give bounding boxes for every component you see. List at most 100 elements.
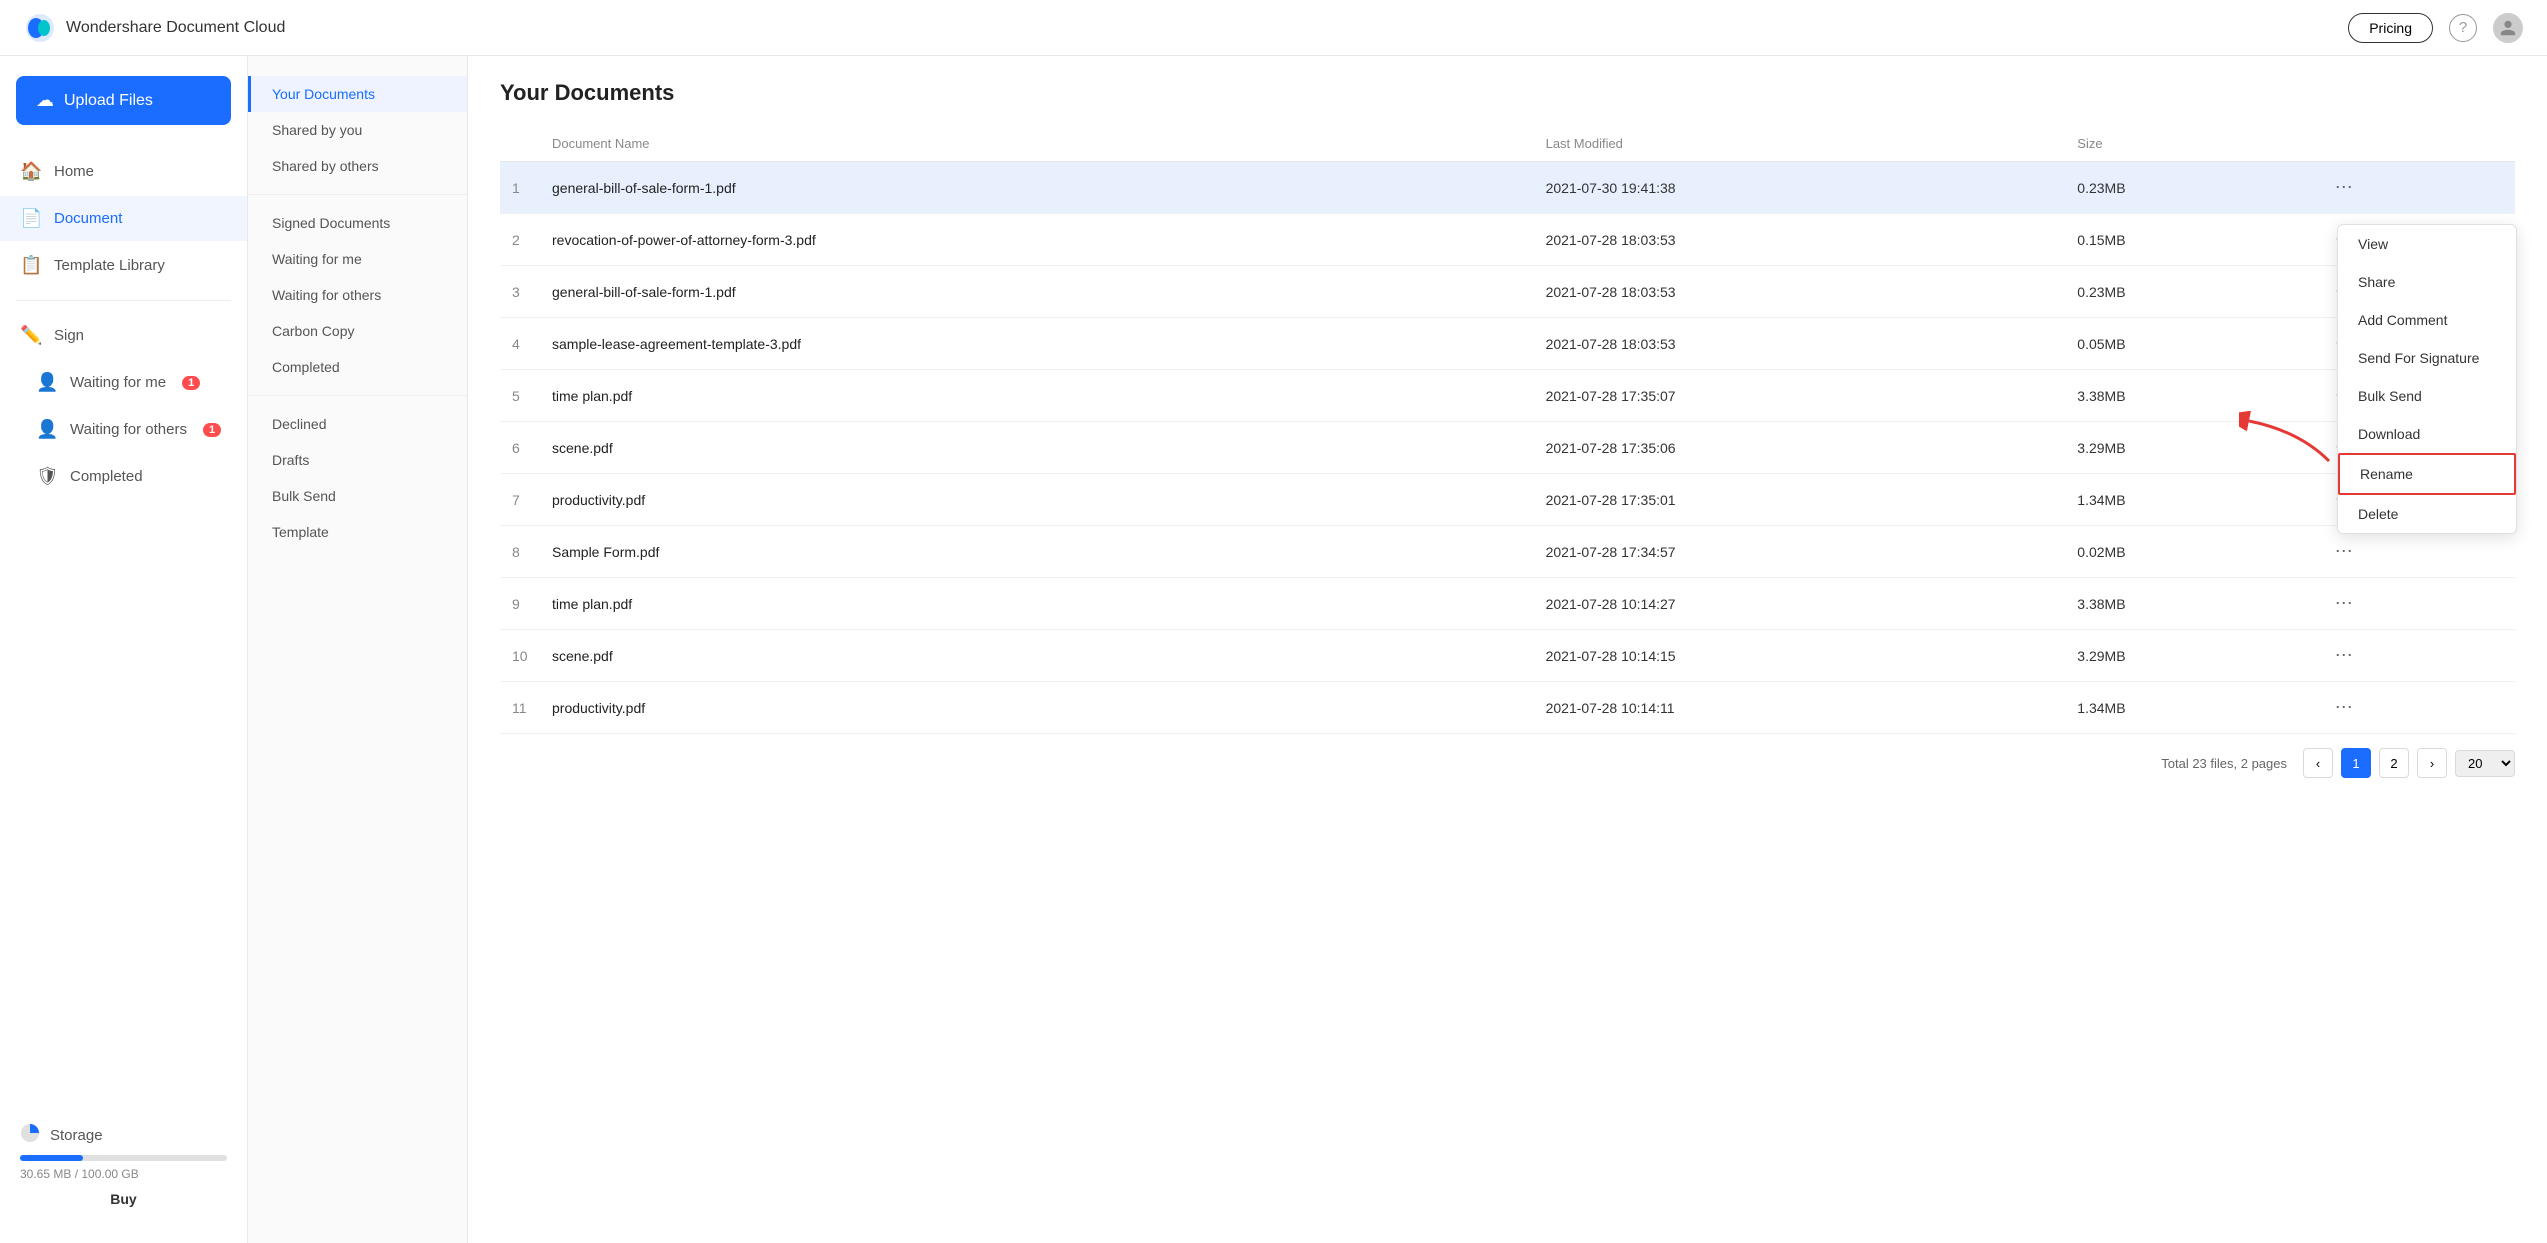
doc-size: 3.29MB (2065, 630, 2314, 682)
sub-sidebar-item-completed[interactable]: Completed (248, 349, 467, 385)
doc-name: Sample Form.pdf (540, 526, 1534, 578)
context-menu-item-view[interactable]: View (2338, 225, 2516, 263)
context-menu-item-send-for-signature[interactable]: Send For Signature (2338, 339, 2516, 377)
context-menu: ViewShareAdd CommentSend For SignatureBu… (2337, 224, 2517, 534)
sub-divider-2 (248, 395, 467, 396)
template-icon: 📋 (20, 255, 42, 276)
pagination-page-1[interactable]: 1 (2341, 748, 2371, 778)
document-table: Document Name Last Modified Size 1 gener… (500, 126, 2515, 734)
doc-size: 3.38MB (2065, 578, 2314, 630)
sidebar-item-waiting-for-me[interactable]: 👤 Waiting for me 1 (0, 360, 247, 405)
doc-name: time plan.pdf (540, 578, 1534, 630)
sidebar-item-document[interactable]: 📄 Document (0, 196, 247, 241)
nav-completed-label: Completed (70, 468, 143, 485)
row-num: 3 (500, 266, 540, 318)
doc-name: general-bill-of-sale-form-1.pdf (540, 266, 1534, 318)
context-menu-item-share[interactable]: Share (2338, 263, 2516, 301)
row-num: 4 (500, 318, 540, 370)
doc-name: scene.pdf (540, 422, 1534, 474)
pricing-button[interactable]: Pricing (2348, 13, 2433, 43)
nav-home-label: Home (54, 163, 94, 180)
sub-sidebar: Your Documents Shared by you Shared by o… (248, 56, 468, 1243)
more-options-button[interactable]: ⋯ (2327, 695, 2361, 720)
col-actions (2315, 126, 2515, 162)
row-num: 6 (500, 422, 540, 474)
per-page-select[interactable]: 20 50 100 (2455, 750, 2515, 777)
table-row: 5 time plan.pdf 2021-07-28 17:35:07 3.38… (500, 370, 2515, 422)
nav-template-label: Template Library (54, 257, 165, 274)
row-num: 2 (500, 214, 540, 266)
sidebar-item-template[interactable]: 📋 Template Library (0, 243, 247, 288)
sub-sidebar-item-declined[interactable]: Declined (248, 406, 467, 442)
nav-divider-1 (16, 300, 231, 301)
sidebar-item-sign[interactable]: ✏️ Sign (0, 313, 247, 358)
sub-sidebar-item-shared-by-you[interactable]: Shared by you (248, 112, 467, 148)
storage-used-text: 30.65 MB / 100.00 GB (20, 1167, 227, 1181)
main-content: Your Documents Document Name Last Modifi… (468, 56, 2547, 1243)
row-num: 1 (500, 162, 540, 214)
sub-sidebar-item-waiting-for-me[interactable]: Waiting for me (248, 241, 467, 277)
table-row: 8 Sample Form.pdf 2021-07-28 17:34:57 0.… (500, 526, 2515, 578)
nav-waiting-others-label: Waiting for others (70, 421, 187, 438)
context-menu-item-rename[interactable]: Rename (2338, 453, 2516, 495)
more-options-button[interactable]: ⋯ (2327, 591, 2361, 616)
sub-sidebar-item-signed-documents[interactable]: Signed Documents (248, 205, 467, 241)
doc-modified: 2021-07-28 18:03:53 (1534, 318, 2066, 370)
help-icon[interactable]: ? (2449, 14, 2477, 42)
sub-sidebar-item-shared-by-others[interactable]: Shared by others (248, 148, 467, 184)
sub-sidebar-item-carbon-copy[interactable]: Carbon Copy (248, 313, 467, 349)
table-row: 4 sample-lease-agreement-template-3.pdf … (500, 318, 2515, 370)
context-menu-item-delete[interactable]: Delete (2338, 495, 2516, 533)
upload-files-button[interactable]: ☁ Upload Files (16, 76, 231, 125)
pagination-prev-btn[interactable]: ‹ (2303, 748, 2333, 778)
upload-icon: ☁ (36, 90, 54, 111)
doc-modified: 2021-07-30 19:41:38 (1534, 162, 2066, 214)
user-avatar[interactable] (2493, 13, 2523, 43)
doc-size: 0.15MB (2065, 214, 2314, 266)
sign-nav-items: ✏️ Sign 👤 Waiting for me 1 👤 Waiting for… (0, 313, 247, 499)
page-title: Your Documents (500, 80, 2515, 106)
app-logo (24, 12, 56, 44)
left-sidebar: ☁ Upload Files 🏠 Home 📄 Document 📋 Templ… (0, 56, 248, 1243)
waiting-me-badge: 1 (182, 376, 200, 390)
context-menu-item-bulk-send[interactable]: Bulk Send (2338, 377, 2516, 415)
more-options-button[interactable]: ⋯ (2327, 175, 2361, 200)
nav-waiting-me-label: Waiting for me (70, 374, 166, 391)
buy-button[interactable]: Buy (20, 1191, 227, 1207)
sub-sidebar-item-waiting-for-others[interactable]: Waiting for others (248, 277, 467, 313)
col-doc-name: Document Name (540, 126, 1534, 162)
nav-sign-label: Sign (54, 327, 84, 344)
sidebar-item-completed[interactable]: 🛡 Completed (0, 454, 247, 499)
pagination-page-2[interactable]: 2 (2379, 748, 2409, 778)
pagination-total: Total 23 files, 2 pages (2161, 756, 2287, 771)
doc-name: scene.pdf (540, 630, 1534, 682)
table-row: 9 time plan.pdf 2021-07-28 10:14:27 3.38… (500, 578, 2515, 630)
table-row: 11 productivity.pdf 2021-07-28 10:14:11 … (500, 682, 2515, 734)
main-layout: ☁ Upload Files 🏠 Home 📄 Document 📋 Templ… (0, 56, 2547, 1243)
doc-modified: 2021-07-28 17:34:57 (1534, 526, 2066, 578)
more-options-button[interactable]: ⋯ (2327, 539, 2361, 564)
doc-modified: 2021-07-28 17:35:01 (1534, 474, 2066, 526)
row-actions: ⋯ (2315, 162, 2515, 214)
context-menu-item-download[interactable]: Download (2338, 415, 2516, 453)
row-num: 11 (500, 682, 540, 734)
home-icon: 🏠 (20, 161, 42, 182)
pagination-next-btn[interactable]: › (2417, 748, 2447, 778)
storage-bar-bg (20, 1155, 227, 1161)
table-row: 10 scene.pdf 2021-07-28 10:14:15 3.29MB … (500, 630, 2515, 682)
waiting-others-badge: 1 (203, 423, 221, 437)
waiting-me-icon: 👤 (36, 372, 58, 393)
col-size: Size (2065, 126, 2314, 162)
more-options-button[interactable]: ⋯ (2327, 643, 2361, 668)
sub-sidebar-item-template[interactable]: Template (248, 514, 467, 550)
sub-sidebar-item-drafts[interactable]: Drafts (248, 442, 467, 478)
storage-bar-fill (20, 1155, 83, 1161)
context-menu-item-add-comment[interactable]: Add Comment (2338, 301, 2516, 339)
sub-sidebar-item-bulk-send[interactable]: Bulk Send (248, 478, 467, 514)
topbar: Wondershare Document Cloud Pricing ? (0, 0, 2547, 56)
sidebar-item-home[interactable]: 🏠 Home (0, 149, 247, 194)
sidebar-item-waiting-for-others[interactable]: 👤 Waiting for others 1 (0, 407, 247, 452)
sub-sidebar-item-your-documents[interactable]: Your Documents (248, 76, 467, 112)
doc-size: 0.05MB (2065, 318, 2314, 370)
doc-modified: 2021-07-28 10:14:15 (1534, 630, 2066, 682)
